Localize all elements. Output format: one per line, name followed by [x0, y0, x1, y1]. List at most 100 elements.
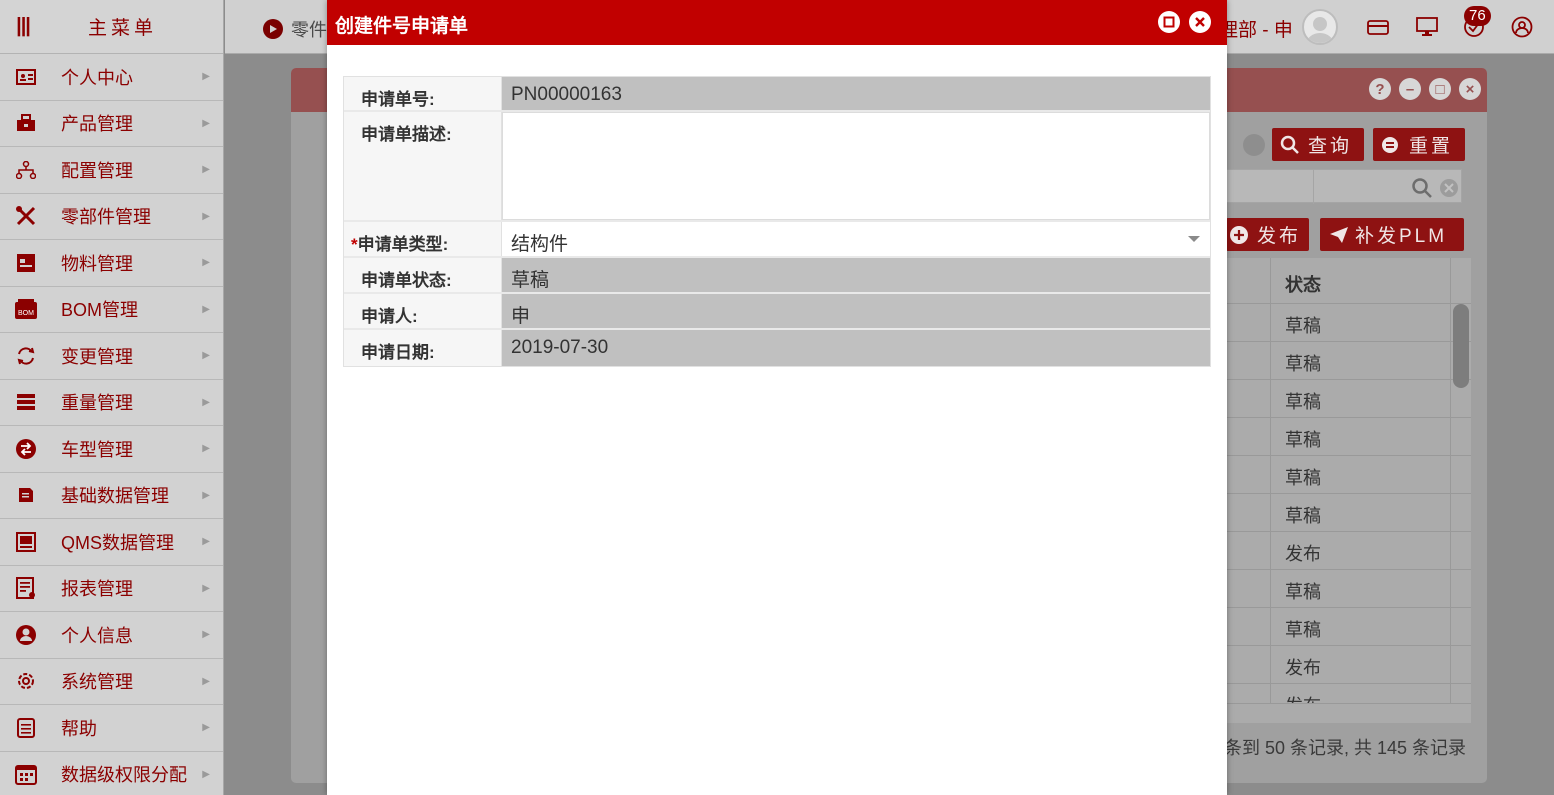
table-row[interactable]: 发布	[1226, 532, 1471, 570]
table-row[interactable]: 发布	[1226, 684, 1471, 704]
sidebar-item-label: 物料管理	[61, 253, 133, 274]
sidebar-item-change[interactable]: 变更管理 ▶	[0, 333, 223, 380]
sidebar-item-data-permission[interactable]: 数据级权限分配 ▶	[0, 751, 223, 795]
table-row[interactable]: 草稿	[1226, 418, 1471, 456]
clear-icon[interactable]	[1439, 178, 1459, 198]
reset-button[interactable]: 重置	[1373, 128, 1465, 161]
sidebar-item-label: 基础数据管理	[61, 486, 169, 507]
user-department[interactable]: 理部 - 申	[1219, 15, 1293, 42]
close-icon[interactable]	[1189, 11, 1211, 33]
collapse-icon[interactable]	[1243, 134, 1265, 156]
menu-toggle-icon[interactable]: |||	[0, 15, 46, 38]
chevron-right-icon: ▶	[202, 396, 210, 408]
help-icon[interactable]: ?	[1369, 78, 1391, 100]
user-icon	[0, 624, 52, 646]
status-cell: 发布	[1271, 532, 1451, 569]
sidebar-item-parts[interactable]: 零部件管理 ▶	[0, 193, 223, 240]
field-label: 申请人:	[344, 294, 502, 328]
request-type-select[interactable]: 结构件	[502, 222, 1210, 256]
sidebar-item-system[interactable]: 系统管理 ▶	[0, 658, 223, 705]
table-row[interactable]: 草稿	[1226, 494, 1471, 532]
notification-badge: 76	[1464, 6, 1491, 26]
sidebar-item-basic-data[interactable]: 基础数据管理 ▶	[0, 472, 223, 519]
table-row[interactable]: 发布	[1226, 646, 1471, 684]
play-icon	[263, 19, 283, 39]
monitor-icon[interactable]	[1415, 15, 1439, 39]
calendar-icon	[0, 763, 52, 786]
status-cell: 草稿	[1271, 418, 1451, 455]
sidebar-item-weight[interactable]: 重量管理 ▶	[0, 379, 223, 426]
chevron-right-icon: ▶	[202, 675, 210, 687]
table-row[interactable]: 草稿	[1226, 570, 1471, 608]
create-pn-request-dialog: 创建件号申请单 申请单号: PN00000163 申请单描述: *申请单类型: …	[327, 0, 1227, 795]
sidebar-item-personal-info[interactable]: 个人信息 ▶	[0, 612, 223, 659]
maximize-icon[interactable]	[1158, 11, 1180, 33]
sidebar-item-help[interactable]: 帮助 ▶	[0, 705, 223, 752]
chevron-down-icon[interactable]	[1188, 236, 1200, 242]
sidebar-item-report[interactable]: 报表管理 ▶	[0, 565, 223, 612]
sidebar-item-label: 个人中心	[61, 67, 133, 88]
search-icon	[1280, 135, 1299, 154]
avatar[interactable]	[1302, 9, 1338, 45]
request-status-field: 草稿	[502, 258, 1210, 292]
sidebar-item-label: 帮助	[61, 718, 97, 739]
send-icon	[1330, 226, 1348, 243]
query-button[interactable]: 查询	[1272, 128, 1364, 161]
qms-icon	[0, 531, 52, 552]
table-scrollbar[interactable]	[1453, 304, 1469, 388]
sidebar-item-label: 零部件管理	[61, 207, 151, 228]
sidebar-item-qms[interactable]: QMS数据管理 ▶	[0, 519, 223, 566]
sidebar-item-label: 个人信息	[61, 625, 133, 646]
column-header-status[interactable]: 状态	[1271, 258, 1451, 303]
tab-parts[interactable]: 零件	[263, 16, 327, 42]
pagination-info: 条到 50 条记录, 共 145 条记录	[1224, 738, 1467, 758]
reissue-plm-button[interactable]: 补发PLM	[1320, 218, 1464, 251]
applicant-field: 申	[502, 294, 1210, 328]
status-cell: 草稿	[1271, 456, 1451, 493]
chevron-right-icon: ▶	[202, 350, 210, 362]
report-icon	[0, 577, 52, 600]
sidebar-item-material[interactable]: 物料管理 ▶	[0, 240, 223, 287]
table-header: 状态	[1226, 258, 1471, 304]
status-cell: 草稿	[1271, 494, 1451, 531]
material-icon	[0, 253, 52, 273]
status-cell: 草稿	[1271, 380, 1451, 417]
status-cell: 草稿	[1271, 608, 1451, 645]
weight-icon	[0, 393, 52, 411]
chevron-right-icon: ▶	[202, 443, 210, 455]
status-cell: 草稿	[1271, 304, 1451, 341]
table-row[interactable]: 草稿	[1226, 608, 1471, 646]
required-marker: *	[351, 235, 358, 254]
form-row-description: 申请单描述:	[344, 112, 1210, 222]
chevron-right-icon: ▶	[202, 722, 210, 734]
background-search-field[interactable]	[1226, 169, 1462, 204]
table-row[interactable]: 草稿	[1226, 456, 1471, 494]
table-row[interactable]: 草稿	[1226, 380, 1471, 418]
sidebar-item-label: 变更管理	[61, 346, 133, 367]
search-icon[interactable]	[1411, 177, 1433, 199]
table-row[interactable]: 草稿	[1226, 304, 1471, 342]
minimize-icon[interactable]: –	[1399, 78, 1421, 100]
sidebar-item-label: 报表管理	[61, 579, 133, 600]
background-table: 状态 草稿 草稿 草稿 草稿 草稿 草稿 发布 草稿 草稿 发布 发布	[1226, 258, 1471, 723]
hierarchy-icon	[0, 160, 52, 179]
sidebar: ||| 主菜单 个人中心 ▶ 产品管理 ▶ 配置管理 ▶ 零部件管理 ▶ 物料管…	[0, 0, 224, 795]
description-textarea[interactable]	[502, 112, 1210, 220]
sidebar-item-product[interactable]: 产品管理 ▶	[0, 100, 223, 147]
table-row[interactable]: 草稿	[1226, 342, 1471, 380]
user-profile-icon[interactable]	[1510, 15, 1534, 39]
swap-icon	[0, 438, 52, 460]
tab-label: 零件	[291, 20, 327, 40]
chevron-right-icon: ▶	[202, 164, 210, 176]
sidebar-item-label: 重量管理	[61, 393, 133, 414]
sidebar-item-personal-center[interactable]: 个人中心 ▶	[0, 54, 223, 101]
close-icon[interactable]: ×	[1459, 78, 1481, 100]
maximize-icon[interactable]: □	[1429, 78, 1451, 100]
sidebar-item-bom[interactable]: BOM BOM管理 ▶	[0, 286, 223, 333]
sidebar-item-config[interactable]: 配置管理 ▶	[0, 147, 223, 194]
card-icon[interactable]	[1366, 15, 1390, 39]
publish-button[interactable]: 发布	[1226, 218, 1309, 251]
chevron-right-icon: ▶	[202, 768, 210, 780]
chevron-right-icon: ▶	[202, 303, 210, 315]
sidebar-item-vehicle[interactable]: 车型管理 ▶	[0, 426, 223, 473]
